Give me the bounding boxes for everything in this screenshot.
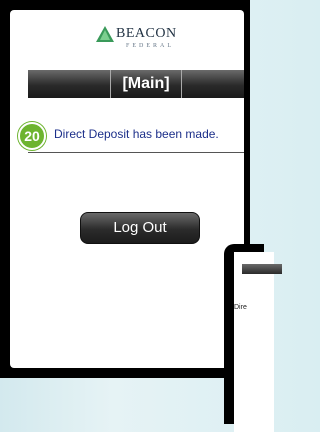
beacon-federal-logo: BEACON FEDERAL <box>96 24 186 58</box>
step-badge: 20 <box>18 122 46 150</box>
title-bar: [Main] <box>28 70 244 98</box>
log-out-button[interactable]: Log Out <box>80 212 200 244</box>
brand-sub: FEDERAL <box>126 43 174 49</box>
beacon-triangle-icon <box>96 26 114 42</box>
brand-name: BEACON <box>116 26 177 41</box>
page-title: [Main] <box>110 70 182 98</box>
second-status-message: Dire <box>234 304 247 311</box>
message-row: 20 Direct Deposit has been made. <box>18 122 244 152</box>
phone-screen: BEACON FEDERAL [Main] 20 Direct Deposit … <box>10 10 244 368</box>
divider <box>28 152 244 153</box>
second-title-bar <box>242 264 282 274</box>
status-message: Direct Deposit has been made. <box>54 127 219 141</box>
phone-device: BEACON FEDERAL [Main] 20 Direct Deposit … <box>0 0 250 378</box>
second-phone-device: Dire <box>224 244 282 432</box>
second-phone-screen: Dire <box>234 252 282 432</box>
